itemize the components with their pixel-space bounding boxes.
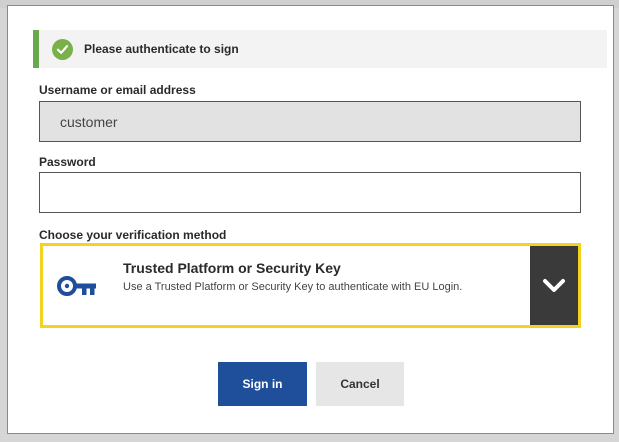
method-description: Use a Trusted Platform or Security Key t… (123, 281, 463, 293)
info-banner: Please authenticate to sign (33, 30, 607, 68)
key-icon (43, 246, 111, 325)
verification-label: Choose your verification method (39, 228, 227, 242)
password-label: Password (39, 155, 96, 169)
password-field[interactable] (39, 172, 581, 213)
banner-message: Please authenticate to sign (84, 42, 239, 56)
check-circle-icon (52, 38, 73, 60)
method-title: Trusted Platform or Security Key (123, 260, 341, 276)
sign-in-button[interactable]: Sign in (218, 362, 307, 406)
dropdown-toggle[interactable] (530, 246, 578, 325)
method-info: Trusted Platform or Security Key Use a T… (111, 246, 530, 325)
username-label: Username or email address (39, 83, 196, 97)
login-panel (7, 5, 614, 434)
chevron-down-icon (543, 278, 565, 292)
cancel-button[interactable]: Cancel (316, 362, 404, 406)
username-field[interactable] (39, 101, 581, 142)
verification-method-select[interactable]: Trusted Platform or Security Key Use a T… (40, 243, 581, 328)
